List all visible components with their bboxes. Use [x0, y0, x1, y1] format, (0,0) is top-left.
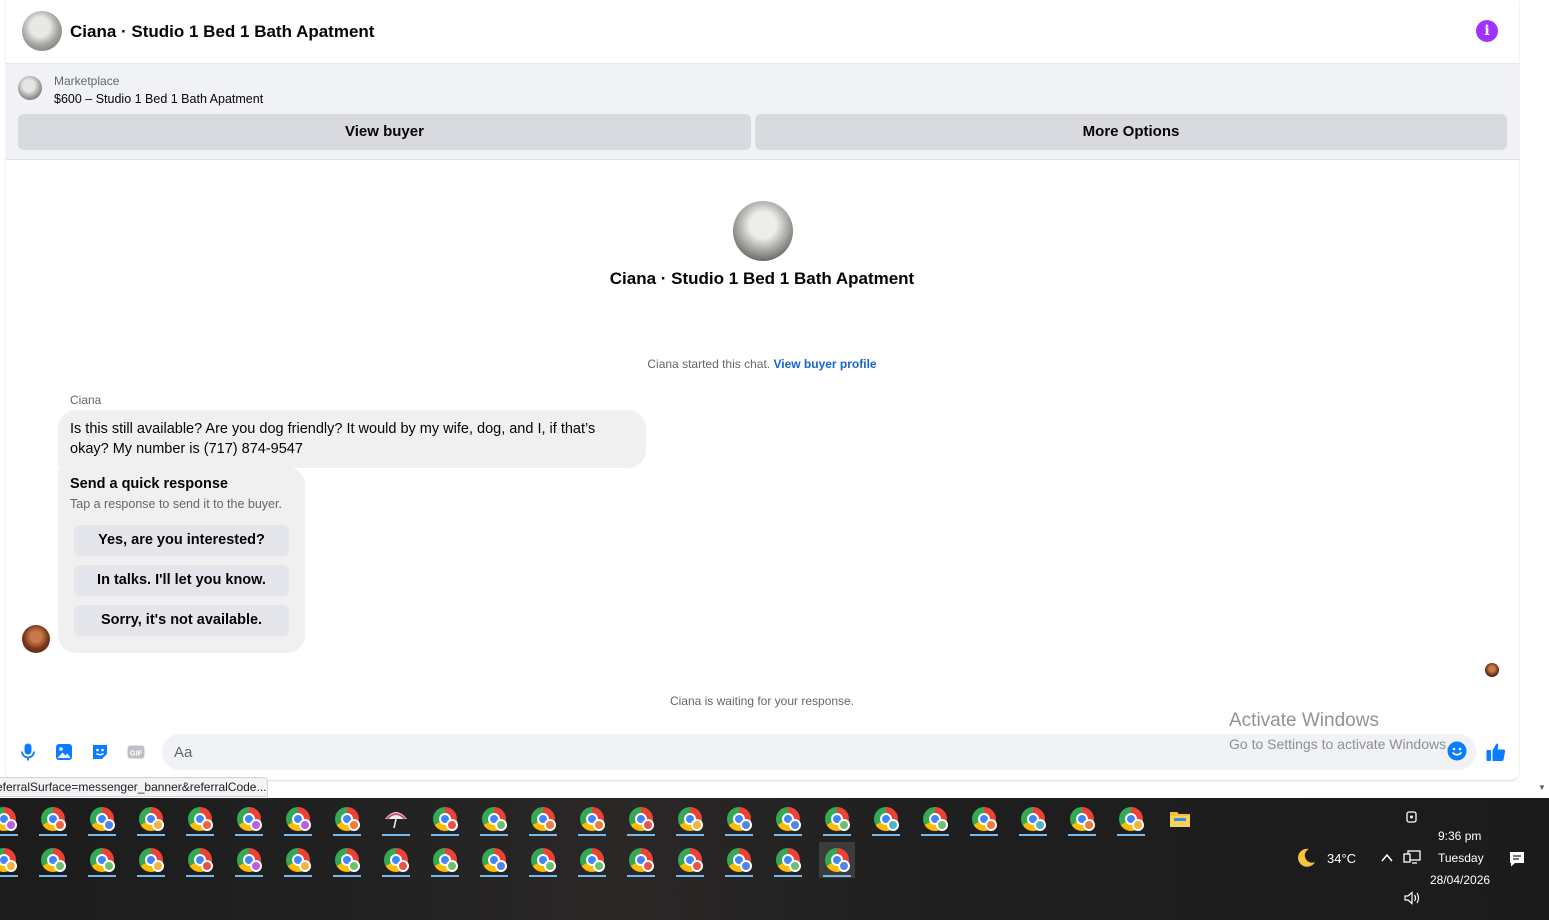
weather-temperature[interactable]: 34°C	[1327, 851, 1356, 866]
sticker-icon[interactable]	[90, 742, 110, 762]
chrome-profile-icon[interactable]	[329, 842, 365, 878]
notifications-icon[interactable]	[1508, 850, 1526, 868]
listing-thumbnail[interactable]	[18, 76, 42, 100]
chrome-profile-icon[interactable]	[672, 842, 708, 878]
chrome-profile-icon[interactable]	[84, 801, 120, 837]
chrome-profile-icon[interactable]	[574, 801, 610, 837]
sender-avatar[interactable]	[22, 625, 50, 653]
chrome-profile-icon[interactable]	[133, 842, 169, 878]
marketplace-listing-banner: Marketplace $600 – Studio 1 Bed 1 Bath A…	[6, 64, 1519, 160]
chrome-profile-icon[interactable]	[378, 842, 414, 878]
chrome-profile-icon[interactable]	[721, 801, 757, 837]
chrome-profile-icon[interactable]	[1064, 801, 1100, 837]
chrome-profile-icon[interactable]	[84, 842, 120, 878]
chrome-profile-icon[interactable]	[35, 842, 71, 878]
status-url-text: eferralSurface=messenger_banner&referral…	[0, 780, 267, 794]
chrome-profile-icon[interactable]	[623, 801, 659, 837]
chrome-profile-icon[interactable]	[770, 801, 806, 837]
photo-icon[interactable]	[54, 742, 74, 762]
view-buyer-button[interactable]: View buyer	[18, 114, 751, 150]
chrome-profile-icon[interactable]	[280, 801, 316, 837]
gif-icon[interactable]: GIF	[126, 742, 146, 762]
file-explorer-icon[interactable]	[1162, 801, 1198, 837]
clock-time[interactable]: 9:36 pm	[1438, 829, 1481, 843]
quick-response-title: Send a quick response	[70, 476, 228, 492]
chrome-profile-icon[interactable]	[525, 801, 561, 837]
chrome-profile-icon[interactable]	[1015, 801, 1051, 837]
chrome-profile-icon[interactable]	[329, 801, 365, 837]
chrome-profile-icon[interactable]	[966, 801, 1002, 837]
chat-window: Ciana · Studio 1 Bed 1 Bath Apatment i M…	[6, 0, 1519, 780]
chrome-profile-icon[interactable]	[574, 842, 610, 878]
chat-header: Ciana · Studio 1 Bed 1 Bath Apatment i	[6, 0, 1519, 64]
message-sender-name: Ciana	[70, 393, 102, 407]
chrome-profile-icon[interactable]	[1113, 801, 1149, 837]
chrome-profile-icon[interactable]	[280, 842, 316, 878]
waiting-notice: Ciana is waiting for your response.	[669, 694, 855, 708]
chrome-profile-icon[interactable]	[0, 801, 22, 837]
listing-source: Marketplace	[54, 74, 120, 88]
seen-indicator-avatar	[1485, 663, 1499, 677]
moon-icon[interactable]	[1295, 847, 1317, 869]
chevron-up-icon[interactable]	[1380, 851, 1394, 865]
quick-response-subtitle: Tap a response to send it to the buyer.	[70, 497, 282, 511]
chrome-profile-icon[interactable]	[819, 842, 855, 878]
quick-response-option[interactable]: Sorry, it's not available.	[74, 605, 289, 636]
chrome-profile-icon[interactable]	[427, 842, 463, 878]
chat-started-text: Ciana started this chat.	[647, 357, 774, 371]
chrome-profile-icon[interactable]	[868, 801, 904, 837]
listing-avatar[interactable]	[22, 11, 62, 51]
chrome-profile-icon[interactable]	[672, 801, 708, 837]
windows-taskbar: 9:36 pm Tuesday 28/04/2026 34°C	[0, 798, 1549, 920]
listing-price-title[interactable]: $600 – Studio 1 Bed 1 Bath Apatment	[54, 92, 263, 106]
chrome-profile-icon[interactable]	[770, 842, 806, 878]
clock-day[interactable]: Tuesday	[1438, 851, 1484, 865]
meet-now-icon[interactable]	[1404, 809, 1420, 825]
chrome-profile-icon[interactable]	[182, 842, 218, 878]
chrome-profile-icon[interactable]	[427, 801, 463, 837]
chrome-profile-icon[interactable]	[623, 842, 659, 878]
chat-title[interactable]: Ciana · Studio 1 Bed 1 Bath Apatment	[70, 22, 374, 42]
chrome-profile-icon[interactable]	[721, 842, 757, 878]
status-bar-url: eferralSurface=messenger_banner&referral…	[0, 777, 268, 797]
microphone-icon[interactable]	[18, 742, 38, 762]
intro-title: Ciana · Studio 1 Bed 1 Bath Apatment	[609, 269, 915, 288]
chrome-profile-icon[interactable]	[525, 842, 561, 878]
chrome-profile-icon[interactable]	[182, 801, 218, 837]
quick-response-card: Send a quick response Tap a response to …	[58, 467, 305, 653]
quick-response-option[interactable]: Yes, are you interested?	[74, 525, 289, 556]
chrome-profile-icon[interactable]	[476, 842, 512, 878]
volume-icon[interactable]	[1403, 890, 1421, 906]
emoji-icon[interactable]	[1447, 741, 1467, 761]
clock-date[interactable]: 28/04/2026	[1430, 873, 1490, 887]
intro-avatar	[733, 201, 793, 261]
view-buyer-profile-link[interactable]: View buyer profile	[773, 357, 876, 371]
quick-response-option[interactable]: In talks. I'll let you know.	[74, 565, 289, 596]
chrome-profile-icon[interactable]	[231, 842, 267, 878]
chrome-profile-icon[interactable]	[133, 801, 169, 837]
chrome-profile-icon[interactable]	[476, 801, 512, 837]
svg-text:GIF: GIF	[130, 749, 143, 758]
message-bubble[interactable]: Is this still available? Are you dog fri…	[58, 410, 646, 468]
chrome-profile-icon[interactable]	[231, 801, 267, 837]
umbrella-app-icon[interactable]	[378, 801, 414, 837]
chrome-profile-icon[interactable]	[819, 801, 855, 837]
chat-started-notice: Ciana started this chat. View buyer prof…	[462, 357, 1062, 371]
more-options-button[interactable]: More Options	[755, 114, 1507, 150]
scroll-down-arrow[interactable]: ▼	[1538, 783, 1546, 792]
network-icon[interactable]	[1403, 849, 1421, 865]
chrome-profile-icon[interactable]	[0, 842, 22, 878]
thumbs-up-icon[interactable]	[1485, 741, 1507, 763]
chrome-profile-icon[interactable]	[917, 801, 953, 837]
message-input[interactable]	[162, 734, 1476, 770]
info-icon[interactable]: i	[1476, 20, 1498, 42]
chrome-profile-icon[interactable]	[35, 801, 71, 837]
